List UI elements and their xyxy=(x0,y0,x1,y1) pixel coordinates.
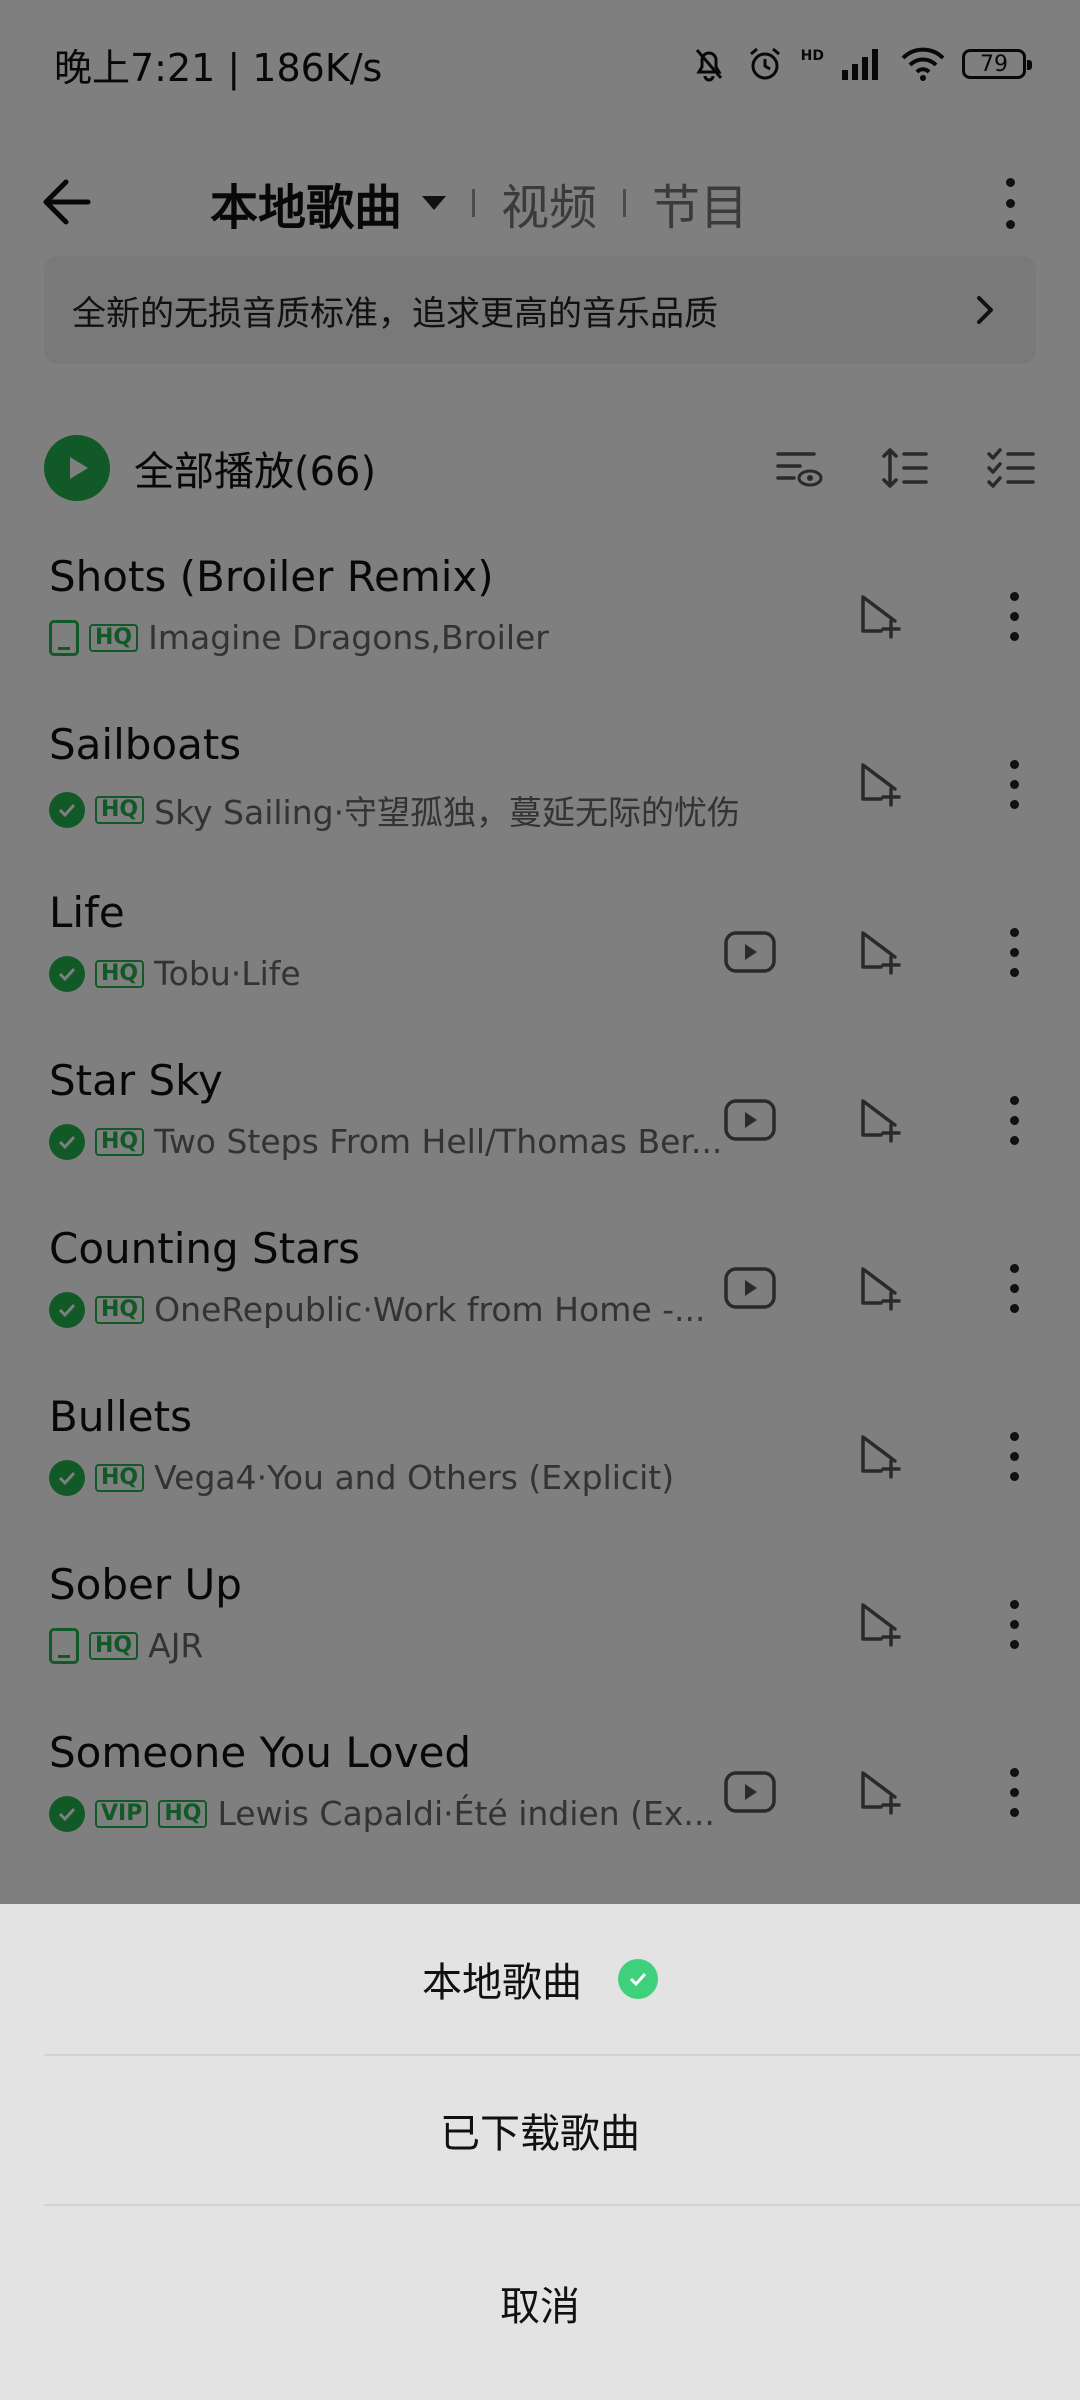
selected-check-icon xyxy=(618,1959,658,1999)
option-downloaded-songs[interactable]: 已下载歌曲 xyxy=(0,2056,1080,2204)
filter-bottom-sheet: 本地歌曲 已下载歌曲 取消 xyxy=(0,1904,1080,2400)
cancel-button[interactable]: 取消 xyxy=(0,2206,1080,2400)
cancel-label: 取消 xyxy=(500,2284,580,2330)
option-local-songs[interactable]: 本地歌曲 xyxy=(0,1904,1080,2054)
option-label: 本地歌曲 xyxy=(422,1960,582,2006)
option-label: 已下载歌曲 xyxy=(440,2111,640,2157)
modal-scrim[interactable] xyxy=(0,0,1080,1904)
